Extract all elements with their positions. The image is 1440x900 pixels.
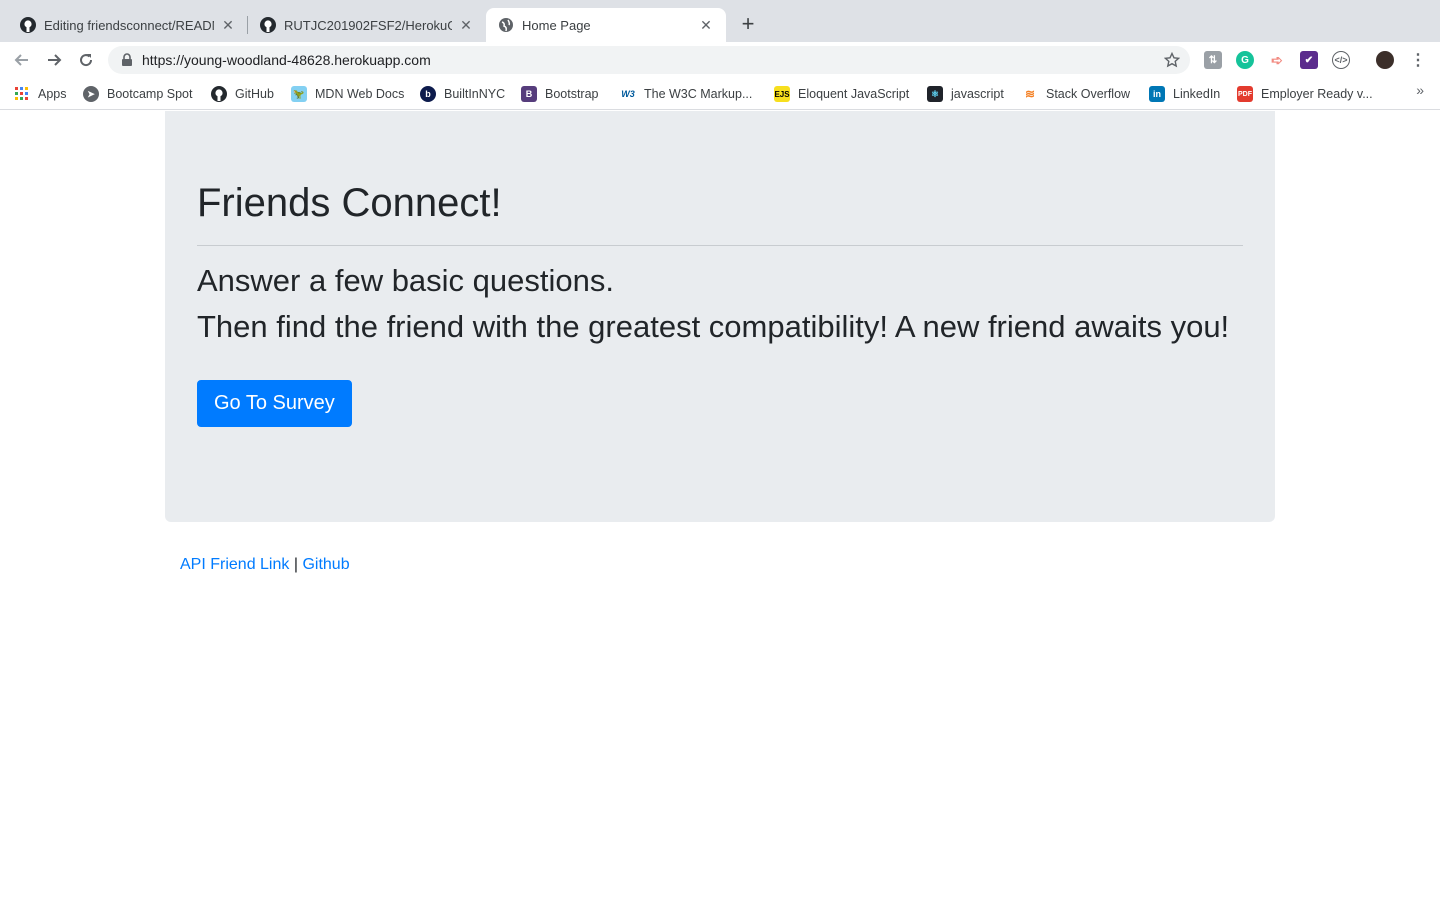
- bookmark-github[interactable]: GitHub: [211, 84, 274, 104]
- bookmark-label: Bootstrap: [545, 87, 599, 101]
- bookmark-javascript[interactable]: ⚛ javascript: [927, 84, 1004, 104]
- grammarly-icon[interactable]: G: [1236, 51, 1254, 69]
- close-icon[interactable]: ✕: [698, 17, 714, 33]
- tab-title: RUTJC201902FSF2/HerokuGui: [284, 17, 452, 33]
- bookmark-label: Bootcamp Spot: [107, 87, 193, 101]
- address-bar[interactable]: https://young-woodland-48628.herokuapp.c…: [108, 46, 1190, 74]
- extension-arrow-icon[interactable]: ➪: [1268, 51, 1286, 69]
- globe-icon: [498, 17, 514, 33]
- footer-separator: |: [293, 556, 298, 573]
- w3c-icon: W3: [621, 89, 635, 99]
- jumbotron: Friends Connect! Answer a few basic ques…: [165, 111, 1275, 522]
- linkedin-icon: in: [1149, 86, 1165, 102]
- intro-line-2: Then find the friend with the greatest c…: [197, 308, 1230, 344]
- bookmark-bootstrap[interactable]: B Bootstrap: [521, 84, 599, 104]
- lock-icon: [120, 53, 134, 67]
- new-tab-button[interactable]: +: [736, 11, 760, 36]
- pdf-icon: PDF: [1237, 86, 1253, 102]
- tab-home-page[interactable]: Home Page ✕: [486, 8, 726, 42]
- api-friend-link[interactable]: API Friend Link: [180, 556, 289, 573]
- bookmark-label: Stack Overflow: [1046, 87, 1131, 101]
- avatar[interactable]: [1376, 51, 1394, 69]
- back-button[interactable]: [10, 48, 34, 72]
- tab-title: Editing friendsconnect/READM: [44, 17, 214, 33]
- bookmark-label: BuiltInNYC: [444, 87, 506, 101]
- url-text: https://young-woodland-48628.herokuapp.c…: [142, 52, 431, 68]
- bootstrap-icon: B: [521, 86, 537, 102]
- reload-icon: [80, 54, 93, 67]
- bookmark-label: MDN Web Docs: [315, 87, 405, 101]
- bookmarks-overflow-icon[interactable]: »: [1416, 82, 1424, 98]
- back-arrow-icon: [14, 54, 28, 66]
- extension-icon[interactable]: ⇅: [1204, 51, 1222, 69]
- bookmark-label: GitHub: [235, 87, 274, 101]
- bookmark-label: The W3C Markup...: [644, 87, 753, 101]
- bookmark-w3c[interactable]: W3 The W3C Markup...: [620, 84, 752, 104]
- github-icon: [260, 17, 276, 33]
- bookmark-label: Employer Ready v...: [1261, 87, 1373, 101]
- close-icon[interactable]: ✕: [220, 17, 236, 33]
- github-icon: [20, 17, 36, 33]
- bookmark-stack-overflow[interactable]: ≋ Stack Overflow: [1022, 84, 1130, 104]
- bookmark-builtinnyc[interactable]: b BuiltInNYC: [420, 84, 505, 104]
- bookmark-apps[interactable]: Apps: [14, 84, 67, 104]
- mdn-icon: 🦖: [291, 86, 307, 102]
- menu-kebab-icon[interactable]: ⋮: [1409, 51, 1427, 69]
- apps-grid-icon: [14, 86, 30, 102]
- reload-button[interactable]: [74, 48, 98, 72]
- ejs-icon: EJS: [774, 86, 790, 102]
- tab-title: Home Page: [522, 17, 591, 33]
- tab-herokugui[interactable]: RUTJC201902FSF2/HerokuGui ✕: [248, 8, 486, 42]
- go-to-survey-button[interactable]: Go To Survey: [197, 379, 352, 427]
- bookmark-eloquent-js[interactable]: EJS Eloquent JavaScript: [774, 84, 909, 104]
- stackoverflow-icon: ≋: [1024, 87, 1036, 101]
- bookmark-employer-ready[interactable]: PDF Employer Ready v...: [1237, 84, 1373, 104]
- github-link[interactable]: Github: [302, 556, 349, 573]
- bookmark-mdn[interactable]: 🦖 MDN Web Docs: [291, 84, 404, 104]
- builtin-icon: b: [420, 86, 436, 102]
- bootcamp-icon: ➤: [83, 86, 99, 102]
- bookmark-star-icon[interactable]: [1164, 52, 1180, 68]
- bookmark-linkedin[interactable]: in LinkedIn: [1149, 84, 1220, 104]
- react-icon: ⚛: [927, 86, 943, 102]
- tab-strip: Editing friendsconnect/READM ✕ RUTJC2019…: [0, 0, 1440, 42]
- bookmarks-bar: Apps ➤ Bootcamp Spot GitHub 🦖 MDN Web Do…: [0, 78, 1440, 110]
- bookmark-label: javascript: [951, 87, 1004, 101]
- bookmark-label: Eloquent JavaScript: [798, 87, 910, 101]
- bookmark-bootcamp-spot[interactable]: ➤ Bootcamp Spot: [83, 84, 192, 104]
- intro-line-1: Answer a few basic questions.: [197, 263, 614, 298]
- github-icon: [211, 86, 227, 102]
- divider: [197, 245, 1243, 246]
- tab-editing-readme[interactable]: Editing friendsconnect/READM ✕: [8, 8, 248, 42]
- toolbar: https://young-woodland-48628.herokuapp.c…: [0, 42, 1440, 78]
- forward-button[interactable]: [42, 48, 66, 72]
- footer-links: API Friend Link | Github: [180, 556, 350, 574]
- code-extension-icon[interactable]: </>: [1332, 51, 1350, 69]
- close-icon[interactable]: ✕: [458, 17, 474, 33]
- page-title: Friends Connect!: [197, 181, 502, 225]
- bookmark-label: LinkedIn: [1173, 87, 1221, 101]
- bookmark-label: Apps: [38, 87, 67, 101]
- forward-arrow-icon: [48, 54, 62, 66]
- checkmark-extension-icon[interactable]: ✔: [1300, 51, 1318, 69]
